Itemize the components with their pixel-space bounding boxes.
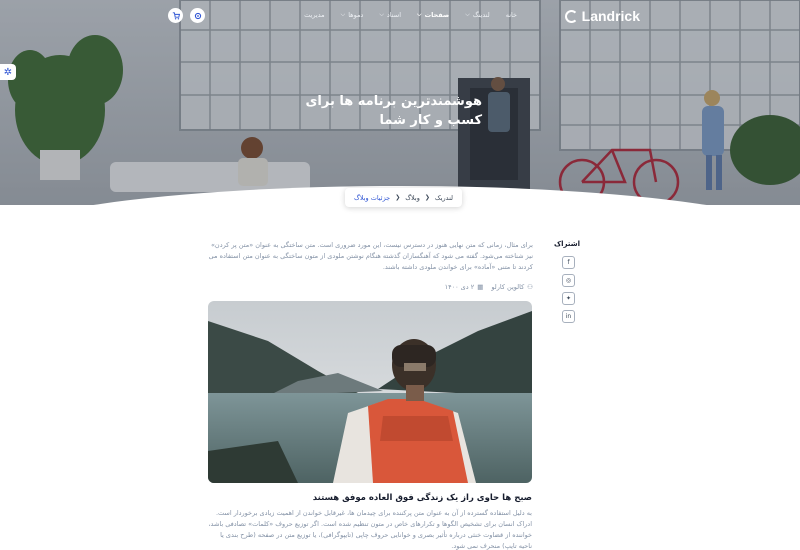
share-twitter-button[interactable]: ✦: [562, 292, 575, 305]
breadcrumb: لندریک ❮ وبلاگ ❮ جزئیات وبلاگ: [345, 188, 463, 207]
date-meta: ▦ ۲ دی ۱۴۰۰: [445, 283, 484, 291]
post-meta: ⚇ کالوین کارلو ▦ ۲ دی ۱۴۰۰: [208, 283, 533, 291]
theme-settings-toggle[interactable]: ✲: [0, 64, 16, 80]
linkedin-icon: in: [565, 313, 572, 320]
hiker-lake-photo: [208, 301, 532, 483]
logo[interactable]: Landrick: [564, 8, 640, 24]
share-instagram-button[interactable]: ◎: [562, 274, 575, 287]
menu-item-admin[interactable]: مدیریت: [304, 11, 324, 19]
post-body: به دلیل استفاده گسترده از آن به عنوان مت…: [208, 509, 532, 550]
menu-item-label: دموها: [348, 11, 364, 19]
breadcrumb-item-home[interactable]: لندریک: [435, 194, 453, 202]
top-navbar: Landrick خانه لندینگ ⌵ صفحات ⌵ اسناد ⌵ دموه…: [0, 0, 800, 32]
share-linkedin-button[interactable]: in: [562, 310, 575, 323]
breadcrumb-item-blog[interactable]: وبلاگ: [405, 194, 420, 202]
menu-item-label: خانه: [505, 11, 517, 19]
chevron-down-icon: ⌵: [340, 11, 346, 18]
chevron-down-icon: ⌵: [417, 11, 422, 18]
menu-item-docs[interactable]: اسناد ⌵: [379, 11, 401, 19]
facebook-icon: f: [567, 259, 570, 266]
twitter-icon: ✦: [565, 295, 572, 302]
page-title: هوشمندترین برنامه ها برای کسب و کار شما: [250, 92, 482, 130]
page-title-line-2: کسب و کار شما: [379, 113, 482, 128]
page-title-line-1: هوشمندترین برنامه ها برای: [305, 94, 482, 109]
author-meta: ⚇ کالوین کارلو: [491, 283, 533, 291]
gear-icon: ✲: [3, 66, 13, 78]
post-date: ۲ دی ۱۴۰۰: [444, 283, 475, 291]
menu-item-home[interactable]: خانه: [506, 11, 517, 19]
settings-button[interactable]: [190, 8, 205, 23]
chevron-left-icon: ❮: [395, 194, 401, 201]
menu-item-label: لندینگ: [472, 11, 490, 19]
logo-icon: [564, 9, 578, 23]
menu-item-demos[interactable]: دموها ⌵: [341, 11, 364, 19]
share-facebook-button[interactable]: f: [562, 256, 575, 269]
share-label: اشتراک: [553, 240, 580, 248]
chevron-left-icon: ❮: [424, 194, 430, 201]
menu-item-label: مدیریت: [304, 11, 325, 19]
post-image: [208, 301, 532, 483]
cart-icon: [172, 11, 180, 20]
calendar-icon: ▦: [477, 283, 484, 291]
intro-paragraph: برای مثال، زمانی که متن نهایی هنوز در دس…: [208, 241, 533, 271]
main-menu: خانه لندینگ ⌵ صفحات ⌵ اسناد ⌵ دموها ⌵ مدیریت: [304, 11, 517, 19]
nav-actions: [168, 8, 205, 23]
menu-item-label: صفحات: [424, 11, 450, 19]
menu-item-label: اسناد: [386, 11, 401, 19]
chevron-down-icon: ⌵: [465, 11, 470, 18]
logo-text: Landrick: [581, 8, 640, 24]
menu-item-landing[interactable]: لندینگ ⌵: [465, 11, 490, 19]
cart-button[interactable]: [168, 8, 183, 23]
breadcrumb-item-current: جزئیات وبلاگ: [354, 193, 391, 202]
menu-item-pages[interactable]: صفحات ⌵: [417, 11, 449, 19]
user-icon: ⚇: [527, 283, 533, 291]
instagram-icon: ◎: [565, 277, 572, 284]
post-title: صبح ها حاوی راز یک زندگی فوق العاده موفق…: [312, 493, 532, 503]
author-name[interactable]: کالوین کارلو: [491, 283, 524, 291]
share-buttons: f ◎ ✦ in: [562, 256, 575, 323]
chevron-down-icon: ⌵: [379, 11, 384, 18]
gear-icon: [194, 12, 201, 19]
